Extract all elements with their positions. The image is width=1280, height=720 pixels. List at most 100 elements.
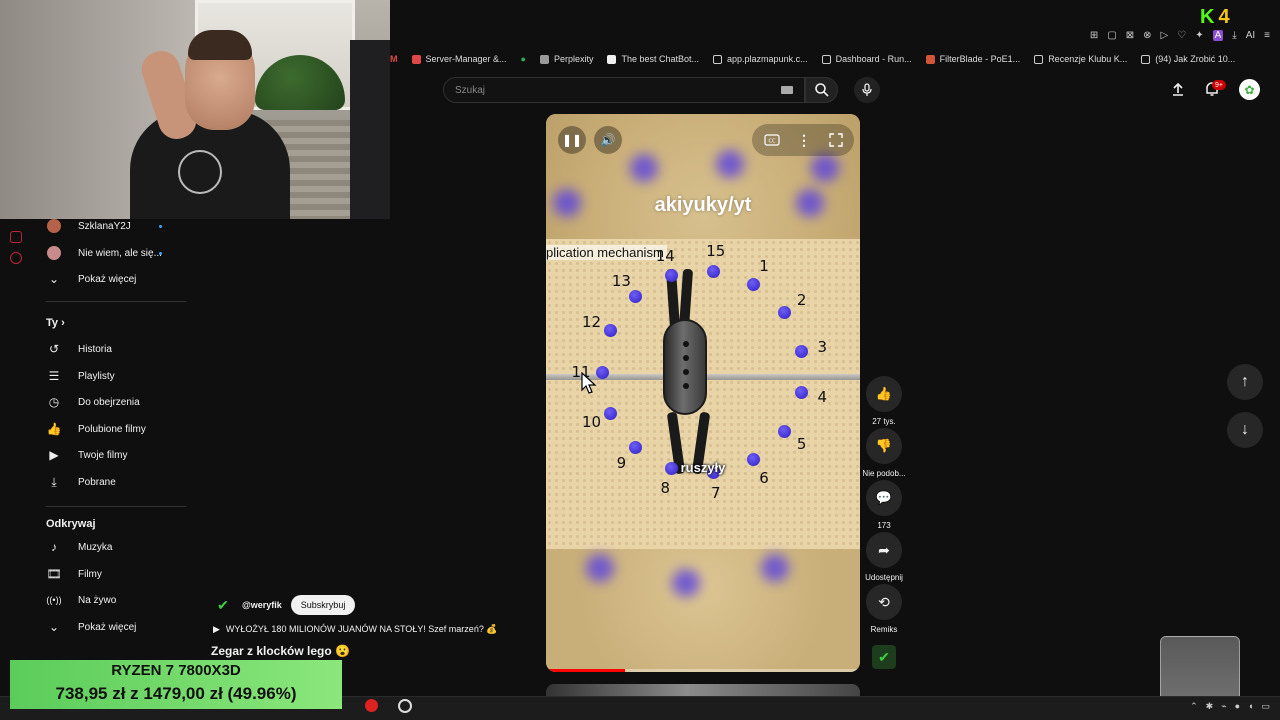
channel-name[interactable]: @weryfik — [242, 600, 282, 610]
page-icon — [1141, 54, 1151, 64]
volume-button[interactable]: 🔊 — [594, 126, 622, 154]
bookmark-2[interactable]: The best ChatBot... — [607, 54, 699, 64]
volume-icon[interactable]: ◖ — [1248, 701, 1253, 712]
captions-button[interactable]: CC — [758, 126, 786, 154]
clock-stud — [628, 440, 642, 454]
crop-icon[interactable]: ▢ — [1107, 30, 1116, 41]
sidebar-show-more-explore[interactable]: ⌄ Pokaż więcej — [30, 614, 185, 640]
chevron-down-icon: ⌄ — [48, 620, 60, 634]
heart-icon[interactable]: ♡ — [1177, 30, 1186, 41]
search-input[interactable]: Szukaj — [443, 77, 805, 103]
more-options-button[interactable]: ⋮ — [790, 126, 818, 154]
channel-avatar[interactable]: ✔ — [213, 595, 233, 615]
related-video-link[interactable]: ▶ WYŁOŻYŁ 180 MILIONÓW JUANÓW NA STOŁY! … — [213, 624, 498, 635]
next-short-thumbnail[interactable] — [546, 684, 860, 696]
bookmark-3[interactable]: app.plazmapunk.c... — [713, 54, 808, 64]
video-progress-bar[interactable] — [546, 669, 860, 672]
dislike-label: Nie podob... — [862, 469, 906, 478]
keyboard-icon[interactable] — [781, 86, 793, 94]
notification-icon[interactable]: ▭ — [1261, 701, 1270, 712]
clock-number: 10 — [582, 412, 602, 431]
maps-icon[interactable]: ● — [521, 54, 526, 64]
sound-thumbnail[interactable]: ✔ — [872, 645, 896, 669]
you-heading-text: Ty — [46, 317, 59, 329]
chevron-up-icon[interactable]: ⌃ — [1190, 701, 1198, 712]
sidebar-divider — [46, 506, 186, 507]
filterblade-icon — [925, 54, 935, 64]
bookmark-7[interactable]: (94) Jak Zrobić 10... — [1141, 54, 1235, 64]
taskbar-app-icon[interactable] — [398, 699, 412, 713]
mic-icon[interactable]: ● — [1235, 701, 1240, 712]
sidebar-item-watch-later[interactable]: ◷ Do obejrzenia — [30, 389, 185, 415]
thumb-down-icon: 👎 — [875, 438, 893, 453]
puzzle-icon[interactable]: ✦ — [1195, 30, 1203, 41]
taskbar-app-icon[interactable] — [365, 699, 378, 712]
movies-icon: 🎞 — [46, 567, 62, 581]
bookmark-6[interactable]: Recenzje Klubu K... — [1034, 54, 1127, 64]
k-letter: K — [1200, 6, 1219, 28]
profile-avatar[interactable]: ✿ — [1239, 79, 1260, 100]
sidebar-item-playlists[interactable]: ☰ Playlisty — [30, 363, 185, 389]
bookmark-label: FilterBlade - PoE1... — [939, 54, 1021, 64]
voice-search-button[interactable] — [854, 77, 880, 103]
profile-icon: ✿ — [1244, 82, 1255, 97]
like-count: 27 tys. — [872, 417, 896, 426]
sidebar-subscription-1[interactable]: Nie wiem, ale się... — [30, 240, 185, 266]
ai-label[interactable]: AI — [1246, 30, 1255, 41]
menu-icon[interactable]: ≡ — [1264, 30, 1270, 41]
bookmark-1[interactable]: Perplexity — [539, 54, 593, 64]
block-icon[interactable]: ⊠ — [1126, 30, 1134, 41]
sidebar-show-more-subscriptions[interactable]: ⌄ Pokaż więcej — [30, 266, 185, 292]
sidebar-item-movies[interactable]: 🎞 Filmy — [30, 561, 185, 587]
dislike-button[interactable]: 👎 — [866, 428, 902, 464]
remix-action: ⟲ Remiks — [862, 584, 906, 634]
bookmark-4[interactable]: Dashboard - Run... — [821, 54, 912, 64]
search-button[interactable] — [805, 77, 838, 103]
clock-stud — [778, 424, 792, 438]
sidebar-item-history[interactable]: ↺ Historia — [30, 336, 185, 362]
network-icon[interactable]: ⌁ — [1221, 701, 1226, 712]
comments-action: 💬 173 — [862, 480, 906, 530]
comments-button[interactable]: 💬 — [866, 480, 902, 516]
circle-x-icon[interactable]: ⊗ — [1143, 30, 1151, 41]
sidebar-item-your-videos[interactable]: ▶ Twoje filmy — [30, 442, 185, 468]
music-icon: ♪ — [51, 540, 57, 554]
mouse-cursor-icon — [581, 372, 597, 394]
arrow-up-icon: ↑ — [1241, 373, 1249, 390]
bookmark-label: app.plazmapunk.c... — [727, 54, 808, 64]
k4-logo: K4 — [1200, 6, 1234, 29]
sidebar-item-live[interactable]: ((•)) Na żywo — [30, 587, 185, 613]
pin-icon[interactable]: ⊞ — [1090, 30, 1098, 41]
subscribe-button[interactable]: Subskrybuj — [290, 595, 356, 615]
sidebar-item-liked[interactable]: 👍 Polubione filmy — [30, 416, 185, 442]
sidebar-item-music[interactable]: ♪ Muzyka — [30, 534, 185, 560]
sidebar-you-heading[interactable]: Ty › — [46, 317, 65, 329]
bookmark-0[interactable]: Server-Manager &... — [411, 54, 507, 64]
rail-settings-icon[interactable] — [10, 252, 22, 264]
play-icon[interactable]: ▷ — [1161, 30, 1169, 41]
fullscreen-button[interactable] — [822, 126, 850, 154]
rail-live-icon[interactable] — [10, 231, 22, 243]
next-short-button[interactable]: ↓ — [1227, 412, 1263, 448]
sidebar-subscription-0[interactable]: SzklanaY2J — [30, 213, 185, 239]
bluetooth-icon[interactable]: ✱ — [1206, 701, 1214, 712]
sidebar-item-downloads[interactable]: ⤓ Pobrane — [30, 469, 185, 495]
bookmark-label: Server-Manager &... — [425, 54, 507, 64]
share-button[interactable]: ➦ — [866, 532, 902, 568]
gmail-icon[interactable]: M — [390, 54, 398, 64]
profile-a-icon[interactable]: A — [1212, 30, 1224, 41]
search-placeholder: Szukaj — [455, 84, 486, 96]
pause-button[interactable]: ❚❚ — [558, 126, 586, 154]
clock-number: 3 — [817, 337, 828, 356]
like-button[interactable]: 👍 — [866, 376, 902, 412]
remix-label: Remiks — [870, 625, 898, 634]
download-icon[interactable]: ⤓ — [1232, 30, 1236, 41]
bookmark-5[interactable]: FilterBlade - PoE1... — [925, 54, 1021, 64]
upload-icon[interactable] — [1170, 81, 1186, 97]
remix-button[interactable]: ⟲ — [866, 584, 902, 620]
related-video-title: WYŁOŻYŁ 180 MILIONÓW JUANÓW NA STOŁY! Sz… — [225, 624, 498, 634]
clock-stud — [747, 278, 760, 292]
system-tray: ⌃ ✱ ⌁ ● ◖ ▭ — [1190, 701, 1270, 712]
four-digit: 4 — [1218, 6, 1234, 28]
previous-short-button[interactable]: ↑ — [1227, 364, 1263, 400]
